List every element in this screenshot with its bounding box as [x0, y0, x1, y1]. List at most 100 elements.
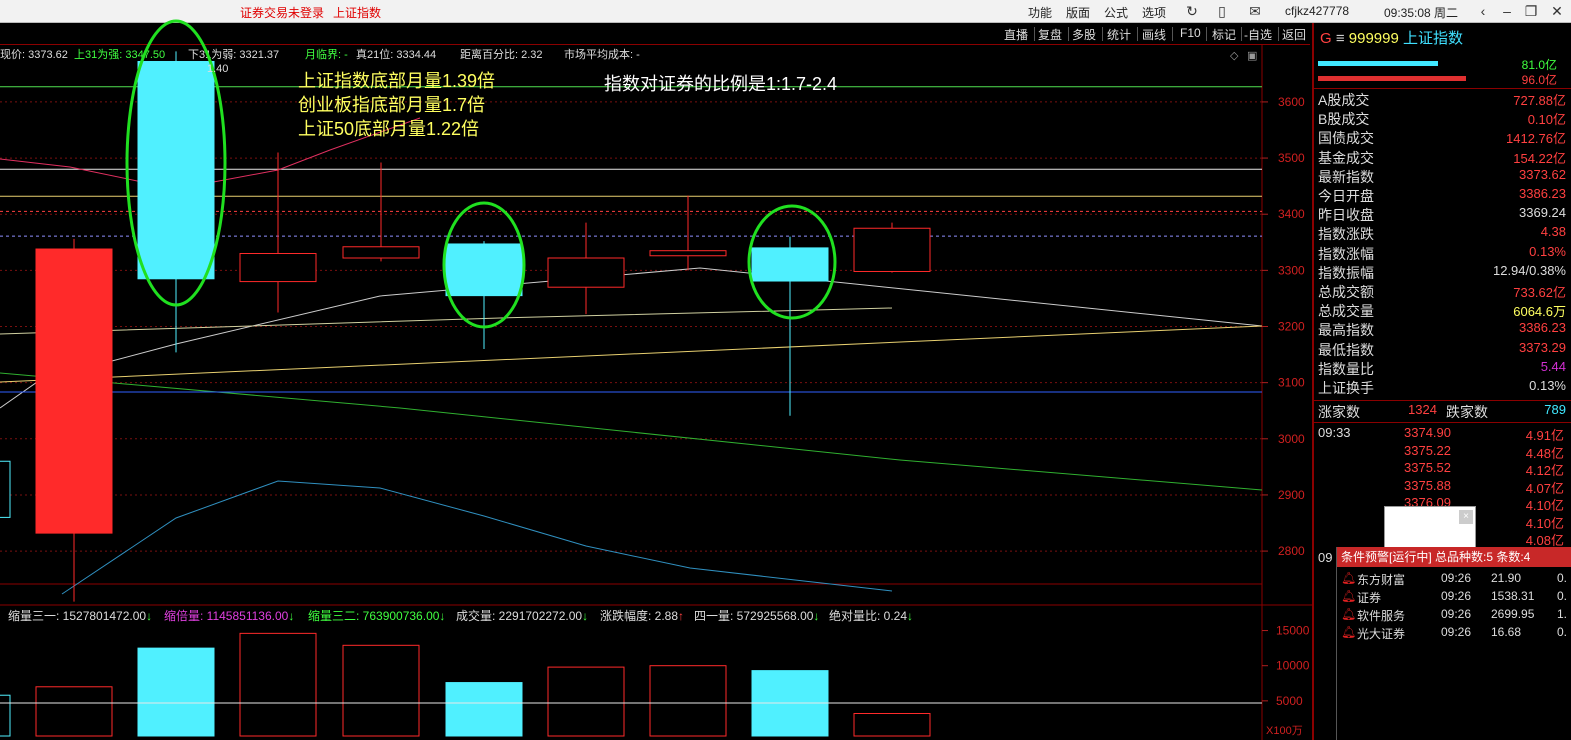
alert-row[interactable]: 🔔︎ 光大证券 09:26 16.68 0.: [1337, 624, 1571, 642]
tick-amount: 4.10亿: [1525, 515, 1564, 531]
menu-icon[interactable]: ≡: [1336, 30, 1345, 47]
vol-shrink-32: 缩量三二: 763900736.00↓: [308, 609, 446, 623]
tick-row: 3375.22 4.48亿: [1404, 443, 1564, 461]
alert-price: 16.68: [1491, 625, 1522, 639]
quote-row: A股成交 727.88亿: [1318, 90, 1568, 109]
clock: 09:35:08 周二: [1384, 6, 1459, 20]
quote-row: 总成交额 733.62亿: [1318, 282, 1568, 301]
close-icon[interactable]: ✕: [1546, 2, 1568, 20]
quote-value: 3373.62: [1519, 166, 1566, 182]
volume-unit: X100万: [1266, 725, 1303, 737]
quote-value: 733.62亿: [1513, 285, 1566, 300]
settings-icon: ▣: [1247, 50, 1257, 62]
quote-row: 今日开盘 3386.23: [1318, 186, 1568, 205]
volume-bar: [0, 694, 11, 737]
popup-close-icon[interactable]: ×: [1459, 510, 1473, 524]
alert-extra: 0.: [1557, 625, 1568, 639]
quote-label: 最高指数: [1318, 322, 1374, 339]
candle-body: [547, 257, 625, 288]
bell-icon: 🔔︎: [1341, 607, 1357, 621]
alert-time: 09:26: [1441, 607, 1472, 621]
tick-row: 3374.90 4.91亿: [1404, 425, 1564, 443]
vol-41: 四一量: 572925568.00↓: [694, 609, 820, 623]
up-label: 涨家数: [1318, 404, 1360, 420]
quote-value: 0.13%: [1529, 378, 1566, 393]
quote-label: 国债成交: [1318, 130, 1374, 147]
bell-icon: 🔔︎: [1341, 625, 1357, 639]
bell-icon: 🔔︎: [1341, 571, 1357, 585]
vol-total: 成交量: 2291702272.00↓: [456, 609, 589, 623]
quote-row: 基金成交 154.22亿: [1318, 148, 1568, 167]
alert-row[interactable]: 🔔︎ 软件服务 09:26 2699.95 1.: [1337, 606, 1571, 624]
tick-amount: 4.07亿: [1525, 480, 1564, 496]
alert-price: 2699.95: [1491, 607, 1535, 621]
quote-value: 3386.23: [1519, 186, 1566, 201]
alert-name: 软件服务: [1357, 609, 1406, 623]
popup-window[interactable]: ×: [1384, 506, 1476, 548]
volume-bar: [649, 665, 727, 737]
candle-body: [0, 460, 11, 518]
volume-bar: [35, 686, 113, 737]
tick-price: 3374.90: [1404, 425, 1451, 440]
back-icon[interactable]: ‹: [1472, 2, 1494, 20]
quote-row: 最新指数 3373.62: [1318, 167, 1568, 186]
tick-amount: 4.48亿: [1525, 445, 1564, 461]
quote-label: 总成交额: [1318, 284, 1374, 300]
vol-change: 涨跌幅度: 2.88↑: [600, 609, 685, 623]
price-axis-tick: 3400: [1278, 207, 1305, 221]
quote-value: 12.94/0.38%: [1492, 262, 1566, 278]
quote-value: 1412.76亿: [1506, 131, 1566, 147]
kline-chart[interactable]: 3600 3500 3400 3300 3200 3100 3000 2900 2800 1500…: [0, 0, 1312, 740]
price-axis-tick: 3300: [1278, 263, 1305, 277]
quote-value: 727.88亿: [1513, 93, 1566, 108]
candle-body: [137, 60, 215, 280]
price-axis-tick: 3100: [1278, 376, 1305, 390]
index-code: 999999: [1348, 30, 1399, 47]
candle-body: [649, 250, 727, 257]
restore-icon[interactable]: ❐: [1520, 2, 1542, 20]
annotation-small: 1.40: [207, 63, 229, 75]
quote-row: 昨日收盘 3369.24: [1318, 205, 1568, 224]
quote-header: G ≡ 999999 上证指数: [1320, 27, 1463, 48]
alert-price: 21.90: [1491, 571, 1522, 585]
quote-label: 今日开盘: [1318, 188, 1374, 204]
volume-axis-tick: 10000: [1276, 659, 1310, 673]
quote-row: 上证换手 0.13%: [1318, 378, 1568, 397]
price-axis-tick: 2900: [1278, 488, 1305, 502]
alert-name: 证券: [1357, 591, 1382, 605]
candle-body: [35, 248, 113, 534]
volume-bar: [239, 632, 317, 737]
sell-volume-bar: [1318, 76, 1466, 81]
quote-row: 指数涨幅 0.13%: [1318, 244, 1568, 263]
alert-row[interactable]: 🔔︎ 东方财富 09:26 21.90 0.: [1337, 570, 1571, 588]
quote-row: 指数振幅 12.94/0.38%: [1318, 263, 1568, 282]
quote-label: 最低指数: [1318, 341, 1374, 358]
ma-line-blue: [61, 480, 893, 595]
quote-label: 指数涨幅: [1318, 245, 1374, 262]
trend-line: [0, 307, 893, 335]
tick-amount: 4.12亿: [1525, 463, 1564, 478]
quote-value: 3386.23: [1519, 320, 1566, 336]
alert-name: 光大证券: [1357, 627, 1406, 641]
minimize-icon[interactable]: –: [1496, 2, 1518, 20]
volume-axis-tick: 5000: [1276, 694, 1303, 708]
breadth-row: 涨家数 1324 跌家数 789: [1318, 402, 1568, 421]
candle-body: [239, 253, 317, 283]
quote-value: 6064.6万: [1513, 304, 1566, 320]
sell-volume-value: 96.0亿: [1521, 73, 1557, 87]
buy-volume-bar: [1318, 61, 1438, 66]
quote-row: B股成交 0.10亿: [1318, 109, 1568, 128]
annotation-block: 上证指数底部月量1.39倍 创业板指底部月量1.7倍 上证50底部月量1.22倍: [298, 69, 495, 141]
volume-bar: [853, 713, 931, 737]
alert-extra: 0.: [1557, 571, 1568, 585]
quote-row: 最高指数 3386.23: [1318, 320, 1568, 339]
tick-price: 3375.22: [1404, 442, 1451, 458]
quote-label: 总成交量: [1318, 303, 1374, 320]
vol-shrink-double: 缩倍量: 1145851136.00↓: [164, 609, 295, 623]
alert-header: 条件预警[运行中] 总品种数:5 条数:4: [1337, 547, 1571, 567]
quote-label: 昨日收盘: [1318, 207, 1374, 224]
quote-label: B股成交: [1318, 111, 1370, 128]
alert-row[interactable]: 🔔︎ 证券 09:26 1538.31 0.: [1337, 588, 1571, 606]
quote-label: 基金成交: [1318, 149, 1374, 166]
quote-value: 0.13%: [1529, 243, 1566, 259]
